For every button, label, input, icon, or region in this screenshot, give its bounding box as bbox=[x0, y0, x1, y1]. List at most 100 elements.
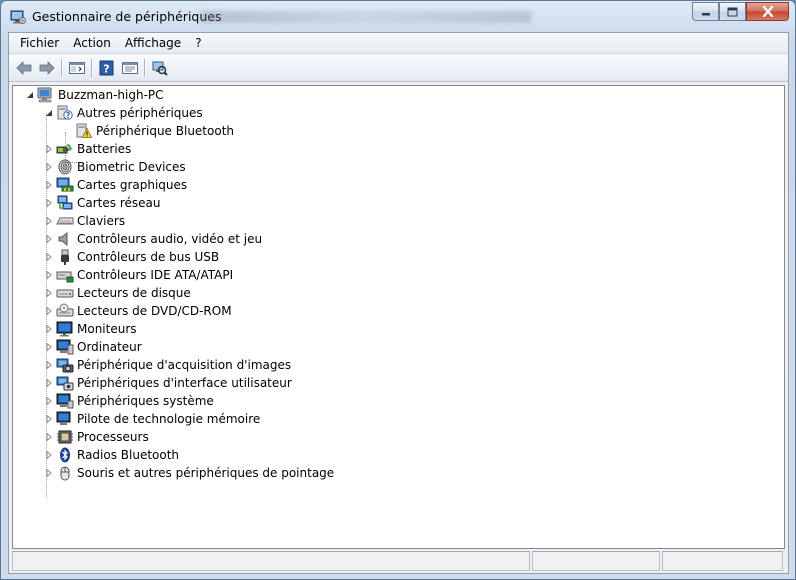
tree-item-ordinateur[interactable]: Ordinateur bbox=[44, 338, 142, 356]
tree-item-label: Contrôleurs de bus USB bbox=[77, 250, 220, 264]
tree-item-label: Radios Bluetooth bbox=[77, 448, 180, 462]
device-manager-window: Gestionnaire de périphériques Fichier Ac… bbox=[0, 0, 796, 580]
tree-item-cartes-graphiques[interactable]: Cartes graphiques bbox=[44, 176, 187, 194]
speaker-icon bbox=[56, 231, 74, 247]
menu-help[interactable]: ? bbox=[188, 34, 208, 53]
tree-item-controleurs-ide[interactable]: Contrôleurs IDE ATA/ATAPI bbox=[44, 266, 233, 284]
scan-hardware-button[interactable] bbox=[148, 57, 171, 79]
menu-fichier[interactable]: Fichier bbox=[13, 34, 66, 53]
show-hide-console-tree-button[interactable] bbox=[65, 57, 88, 79]
maximize-button[interactable] bbox=[719, 2, 746, 21]
toolbar-separator bbox=[91, 59, 92, 77]
tree-item-acquisition-images[interactable]: Périphérique d'acquisition d'images bbox=[44, 356, 291, 374]
usb-plug-icon bbox=[56, 249, 74, 265]
properties-pane-icon bbox=[121, 62, 138, 74]
expand-arrow-icon[interactable] bbox=[44, 320, 54, 338]
tree-item-peripheriques-systeme[interactable]: Périphériques système bbox=[44, 392, 214, 410]
mouse-icon bbox=[56, 465, 74, 481]
menu-affichage[interactable]: Affichage bbox=[118, 34, 188, 53]
tree-item-label: Ordinateur bbox=[77, 340, 142, 354]
tree-item-label: Autres périphériques bbox=[77, 106, 203, 120]
expand-arrow-icon[interactable] bbox=[44, 374, 54, 392]
help-button[interactable]: ? bbox=[95, 57, 118, 79]
properties-pane-button[interactable] bbox=[118, 57, 141, 79]
tree-item-label: Périphériques d'interface utilisateur bbox=[77, 376, 292, 390]
fingerprint-icon bbox=[56, 159, 74, 175]
status-cell bbox=[12, 551, 530, 571]
forward-button[interactable] bbox=[35, 57, 58, 79]
scan-hardware-icon bbox=[152, 61, 168, 76]
tree-item-moniteurs[interactable]: Moniteurs bbox=[44, 320, 137, 338]
expand-arrow-icon[interactable] bbox=[44, 194, 54, 212]
device-tree[interactable]: Buzzman-high-PC ? Autres périphériques P… bbox=[12, 85, 785, 549]
tree-item-interface-utilisateur[interactable]: Périphériques d'interface utilisateur bbox=[44, 374, 292, 392]
expand-arrow-icon[interactable] bbox=[44, 248, 54, 266]
expand-arrow-icon[interactable] bbox=[44, 410, 54, 428]
tree-item-label: Périphérique d'acquisition d'images bbox=[77, 358, 292, 372]
collapse-arrow-icon[interactable] bbox=[25, 86, 35, 104]
tree-root[interactable]: Buzzman-high-PC bbox=[25, 86, 164, 104]
forward-arrow-icon bbox=[39, 61, 55, 75]
tree-item-radios-bluetooth[interactable]: Radios Bluetooth bbox=[44, 446, 179, 464]
tree-item-biometric-devices[interactable]: Biometric Devices bbox=[44, 158, 186, 176]
tree-item-label: Biometric Devices bbox=[77, 160, 186, 174]
bluetooth-icon bbox=[56, 447, 74, 463]
status-bar bbox=[12, 551, 785, 571]
system-device-icon bbox=[56, 393, 74, 409]
monitor-icon bbox=[56, 321, 74, 337]
expand-arrow-icon[interactable] bbox=[44, 212, 54, 230]
tree-item-label: Périphériques système bbox=[77, 394, 214, 408]
expand-arrow-icon[interactable] bbox=[44, 302, 54, 320]
expand-arrow-icon[interactable] bbox=[44, 158, 54, 176]
menu-bar: Fichier Action Affichage ? bbox=[9, 33, 788, 54]
tree-item-autres-peripheriques[interactable]: ? Autres périphériques bbox=[44, 104, 203, 122]
expand-arrow-icon[interactable] bbox=[44, 464, 54, 482]
processor-icon bbox=[56, 429, 74, 445]
battery-icon bbox=[56, 141, 74, 157]
expand-arrow-icon[interactable] bbox=[44, 356, 54, 374]
network-adapter-icon bbox=[56, 195, 74, 211]
tree-item-lecteurs-dvd[interactable]: Lecteurs de DVD/CD-ROM bbox=[44, 302, 232, 320]
tree-item-lecteurs-disque[interactable]: Lecteurs de disque bbox=[44, 284, 191, 302]
window-title: Gestionnaire de périphériques bbox=[32, 9, 222, 24]
tree-item-label: Pilote de technologie mémoire bbox=[77, 412, 261, 426]
tree-item-peripherique-bluetooth[interactable]: Périphérique Bluetooth bbox=[75, 122, 234, 140]
expand-arrow-icon[interactable] bbox=[44, 446, 54, 464]
tree-item-label: Périphérique Bluetooth bbox=[96, 124, 235, 138]
close-icon bbox=[762, 6, 773, 17]
tree-item-controleurs-usb[interactable]: Contrôleurs de bus USB bbox=[44, 248, 219, 266]
status-cell bbox=[532, 551, 660, 571]
minimize-button[interactable] bbox=[692, 2, 719, 21]
expand-arrow-icon[interactable] bbox=[44, 392, 54, 410]
expand-arrow-icon[interactable] bbox=[44, 266, 54, 284]
tree-item-label: Souris et autres périphériques de pointa… bbox=[77, 466, 335, 480]
expand-arrow-icon[interactable] bbox=[44, 338, 54, 356]
disk-drive-icon bbox=[56, 285, 74, 301]
tree-item-cartes-reseau[interactable]: Cartes réseau bbox=[44, 194, 160, 212]
tree-item-batteries[interactable]: Batteries bbox=[44, 140, 131, 158]
expand-arrow-icon[interactable] bbox=[44, 176, 54, 194]
tree-item-claviers[interactable]: Claviers bbox=[44, 212, 125, 230]
svg-text:?: ? bbox=[103, 63, 109, 76]
expand-arrow-icon[interactable] bbox=[44, 284, 54, 302]
computer-icon bbox=[37, 87, 55, 103]
expand-arrow-icon[interactable] bbox=[44, 140, 54, 158]
toolbar: ? bbox=[9, 55, 788, 82]
title-bar[interactable]: Gestionnaire de périphériques bbox=[1, 1, 795, 32]
menu-action[interactable]: Action bbox=[66, 34, 118, 53]
keyboard-icon bbox=[56, 213, 74, 229]
collapse-arrow-icon[interactable] bbox=[44, 104, 54, 122]
tree-item-pilote-memoire[interactable]: Pilote de technologie mémoire bbox=[44, 410, 260, 428]
expand-arrow-icon[interactable] bbox=[44, 230, 54, 248]
window-controls bbox=[692, 2, 789, 21]
expand-arrow-icon[interactable] bbox=[44, 428, 54, 446]
back-button[interactable] bbox=[12, 57, 35, 79]
tree-item-controleurs-audio[interactable]: Contrôleurs audio, vidéo et jeu bbox=[44, 230, 262, 248]
tree-item-processeurs[interactable]: Processeurs bbox=[44, 428, 149, 446]
close-button[interactable] bbox=[746, 2, 789, 21]
dvd-drive-icon bbox=[56, 303, 74, 319]
tree-item-souris[interactable]: Souris et autres périphériques de pointa… bbox=[44, 464, 334, 482]
tree-item-label: Cartes graphiques bbox=[77, 178, 188, 192]
status-cell bbox=[662, 551, 783, 571]
tree-item-label: Processeurs bbox=[77, 430, 149, 444]
